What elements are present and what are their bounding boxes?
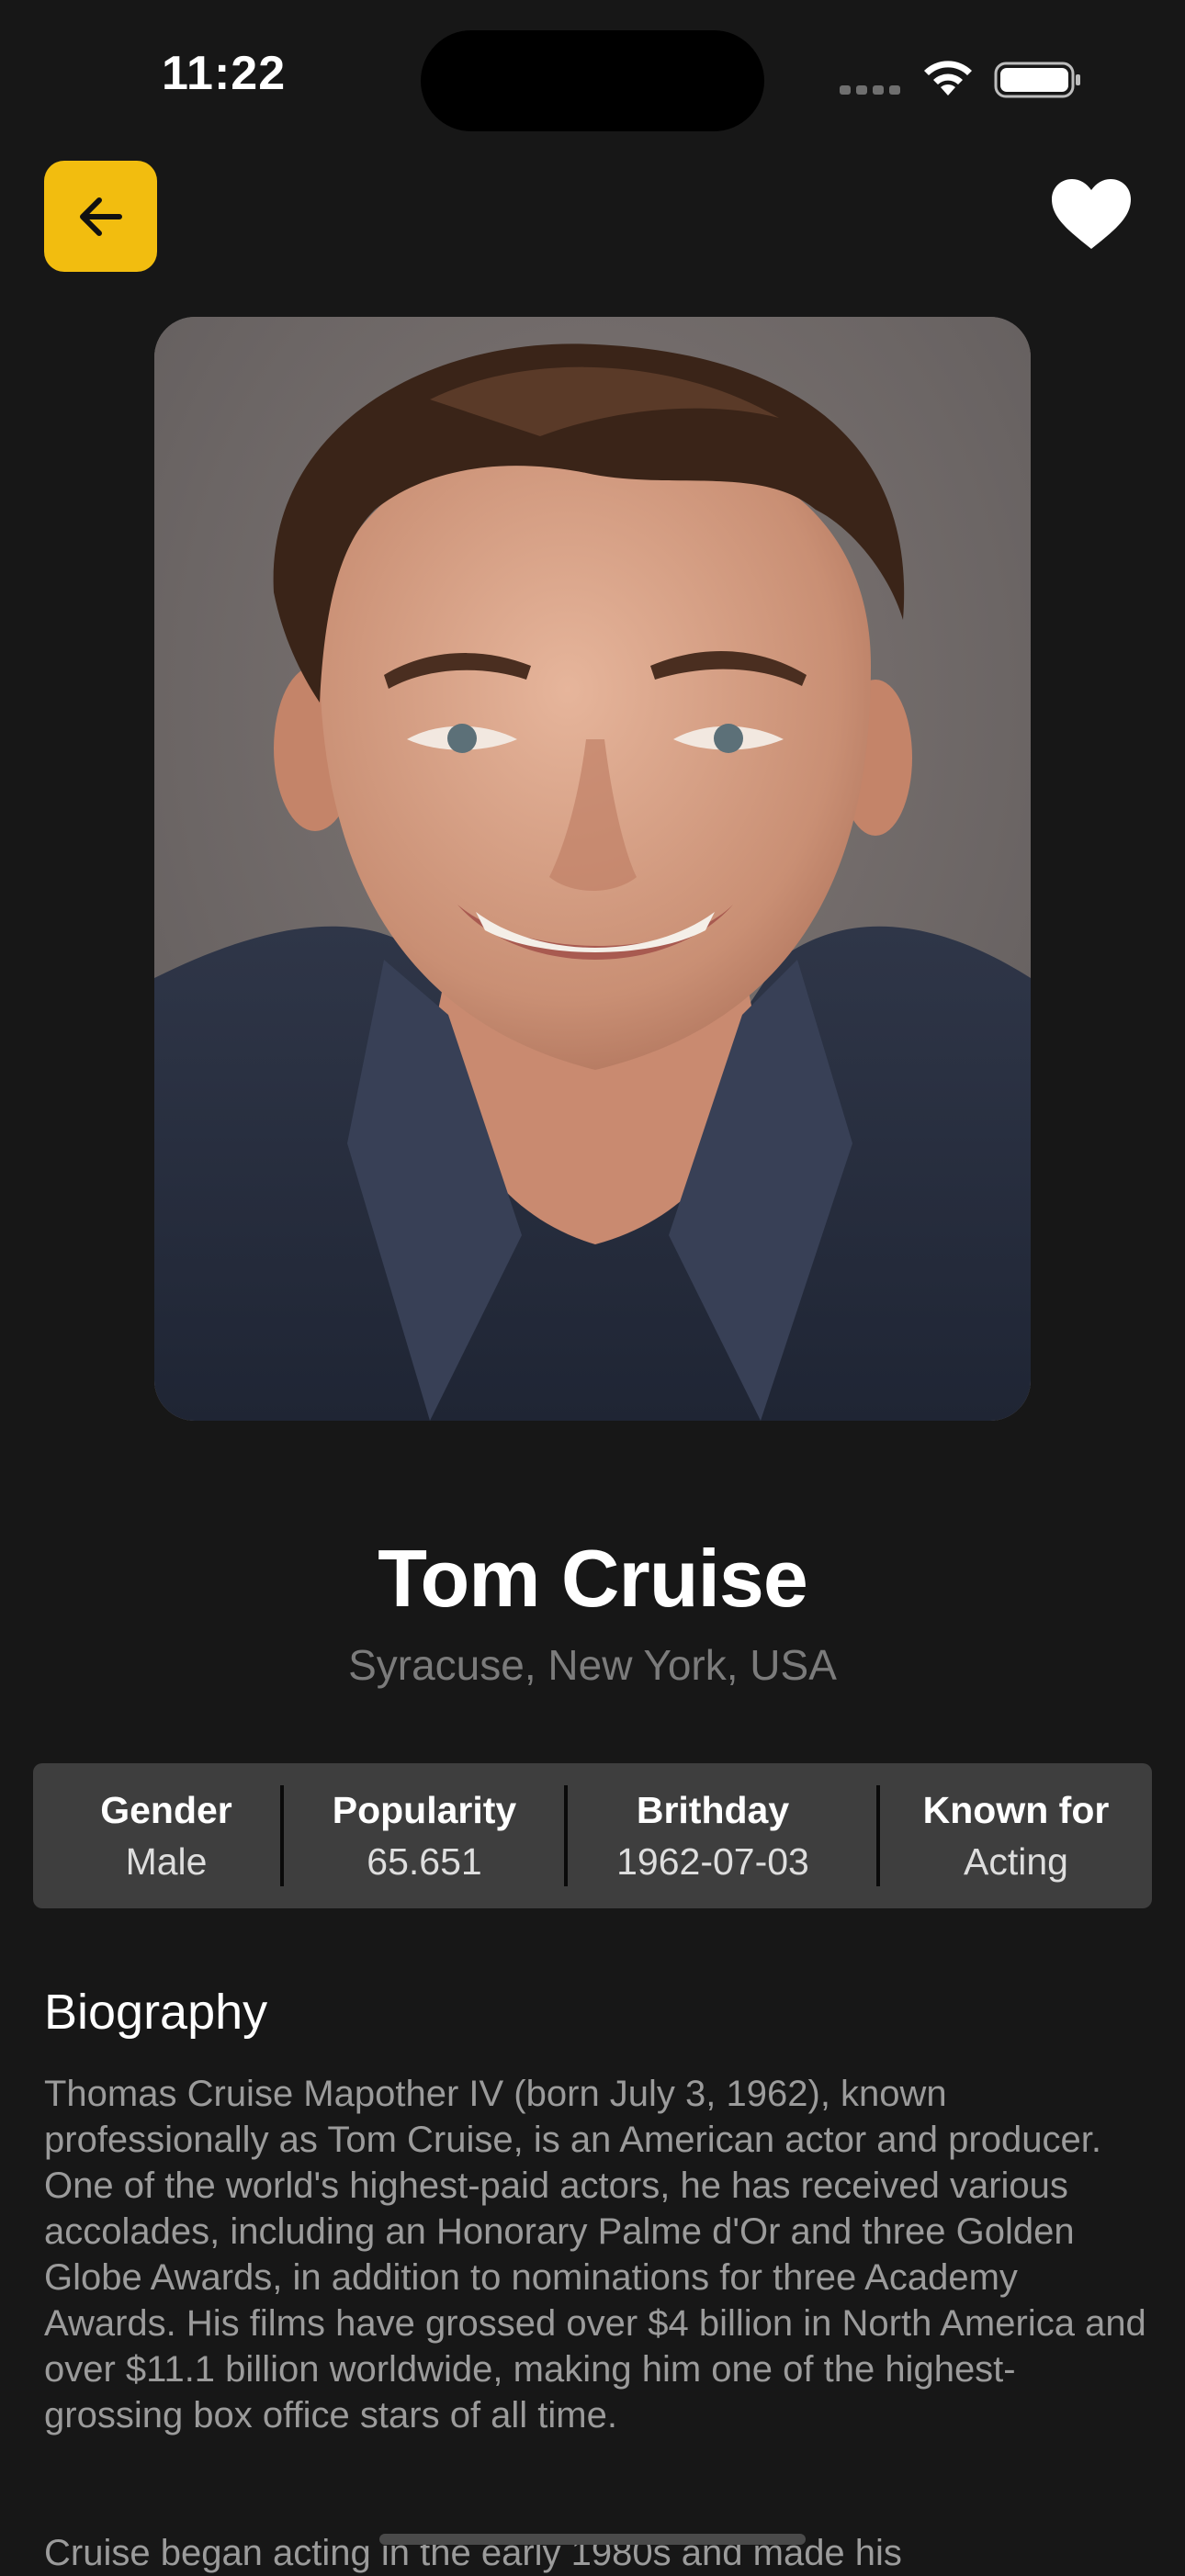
stat-popularity: Popularity 65.651: [284, 1763, 565, 1908]
arrow-left-icon: [79, 197, 122, 236]
back-button[interactable]: [44, 161, 157, 272]
stat-gender: Gender Male: [33, 1763, 299, 1908]
stats-bar: Gender Male Popularity 65.651 Brithday 1…: [33, 1763, 1152, 1908]
cellular-signal-icon: [840, 85, 904, 96]
biography-heading: Biography: [44, 1985, 268, 2040]
birthplace: Syracuse, New York, USA: [348, 1641, 837, 1689]
favorite-button[interactable]: [1047, 173, 1135, 255]
biography-text: Thomas Cruise Mapother IV (born July 3, …: [44, 2074, 1146, 2435]
profile-photo: [154, 317, 1031, 1421]
stat-birthday: Brithday 1962-07-03: [568, 1763, 858, 1908]
battery-icon: [994, 62, 1080, 98]
stat-value: Acting: [964, 1840, 1068, 1883]
stat-value: 65.651: [367, 1840, 482, 1883]
stat-value: 1962-07-03: [616, 1840, 809, 1883]
wifi-icon: [924, 61, 972, 96]
stat-label: Popularity: [332, 1789, 517, 1831]
stat-label: Gender: [100, 1789, 232, 1831]
stat-value: Male: [125, 1840, 208, 1883]
status-time: 11:22: [162, 47, 287, 100]
heart-icon: [1052, 179, 1131, 249]
stat-label: Brithday: [636, 1789, 790, 1831]
dynamic-island: [421, 30, 764, 131]
home-indicator[interactable]: [379, 2534, 806, 2545]
stat-label: Known for: [922, 1789, 1110, 1831]
stat-known-for: Known for Acting: [880, 1763, 1152, 1908]
person-name: Tom Cruise: [378, 1533, 808, 1624]
